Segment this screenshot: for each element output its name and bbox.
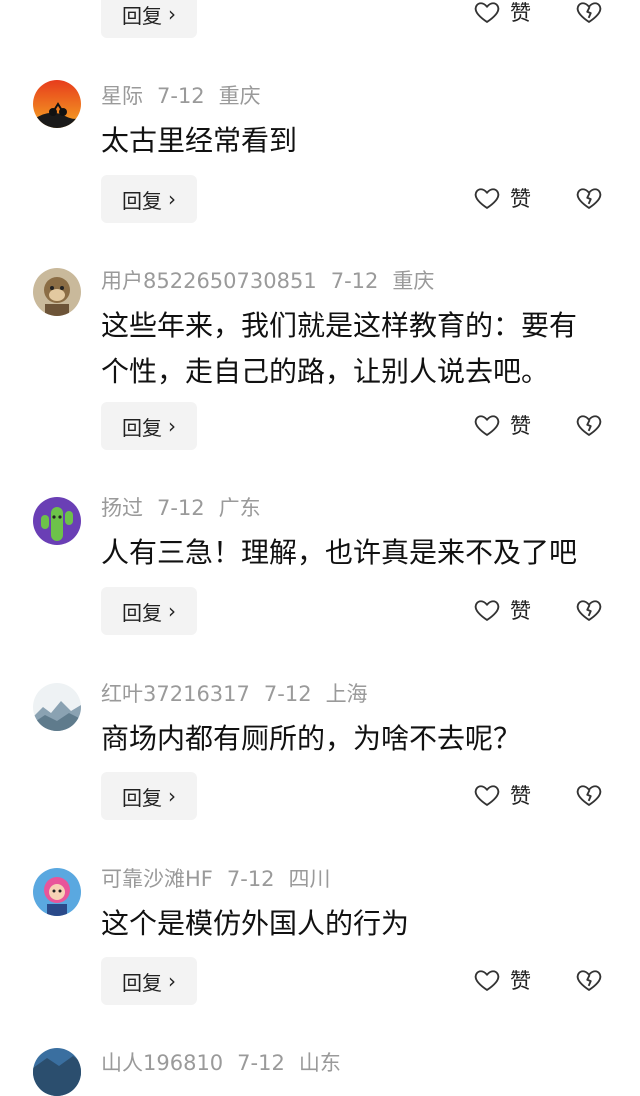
like-label: 赞 xyxy=(510,1,531,25)
avatar[interactable] xyxy=(33,497,81,545)
reply-button[interactable]: 回复 › xyxy=(101,175,197,223)
dislike-button[interactable] xyxy=(575,401,605,449)
comment-meta: 星际 7-12 重庆 xyxy=(101,82,275,110)
reply-label: 回复 xyxy=(122,415,162,440)
like-label: 赞 xyxy=(510,969,531,993)
comment-date: 7-12 xyxy=(330,269,379,293)
like-label: 赞 xyxy=(510,784,531,808)
dislike-button[interactable] xyxy=(575,956,605,1004)
reply-label: 回复 xyxy=(122,970,162,995)
comment-meta: 扬过 7-12 广东 xyxy=(101,494,275,522)
comment-text: 人有三急！理解，也许真是来不及了吧 xyxy=(101,536,578,569)
like-label: 赞 xyxy=(510,187,531,211)
comment-meta: 红叶37216317 7-12 上海 xyxy=(101,680,382,708)
comment-meta: 可靠沙滩HF 7-12 四川 xyxy=(101,865,345,893)
broken-heart-icon xyxy=(576,2,602,23)
comment-text: 太古里经常看到 xyxy=(101,124,298,157)
dislike-button[interactable] xyxy=(575,174,605,222)
chevron-right-icon: › xyxy=(168,784,176,808)
broken-heart-icon xyxy=(576,970,602,991)
avatar[interactable] xyxy=(33,268,81,316)
avatar[interactable] xyxy=(33,80,81,128)
chevron-right-icon: › xyxy=(168,599,176,623)
reply-label: 回复 xyxy=(122,600,162,625)
broken-heart-icon xyxy=(576,188,602,209)
comment-date: 7-12 xyxy=(237,1051,285,1075)
like-button[interactable]: 赞 xyxy=(473,401,531,449)
avatar[interactable] xyxy=(33,1048,81,1096)
like-button[interactable]: 赞 xyxy=(473,586,531,634)
reply-label: 回复 xyxy=(122,188,162,213)
username[interactable]: 可靠沙滩HF xyxy=(101,867,213,891)
comment-text: 这个是模仿外国人的行为 xyxy=(101,907,410,940)
chevron-right-icon: › xyxy=(168,414,176,438)
chevron-right-icon: › xyxy=(168,2,176,26)
avatar[interactable] xyxy=(33,868,81,916)
username[interactable]: 用户8522650730851 xyxy=(101,269,317,293)
heart-outline-icon xyxy=(474,2,500,23)
broken-heart-icon xyxy=(576,600,602,621)
like-button[interactable]: 赞 xyxy=(473,0,531,36)
avatar[interactable] xyxy=(33,683,81,731)
reply-button[interactable]: 回复 › xyxy=(101,772,197,820)
comment-meta: 山人196810 7-12 山东 xyxy=(101,1049,355,1077)
username[interactable]: 扬过 xyxy=(101,496,143,520)
comment-location: 广东 xyxy=(218,496,261,520)
heart-outline-icon xyxy=(474,600,500,621)
dislike-button[interactable] xyxy=(575,0,605,36)
comment-location: 上海 xyxy=(325,682,368,706)
comment-location: 重庆 xyxy=(392,269,435,293)
comment-text: 商场内都有厕所的，为啥不去呢？ xyxy=(101,722,522,755)
comment-location: 四川 xyxy=(288,867,331,891)
heart-outline-icon xyxy=(474,785,500,806)
chevron-right-icon: › xyxy=(168,969,176,993)
comment-date: 7-12 xyxy=(157,496,205,520)
like-label: 赞 xyxy=(510,599,531,623)
chevron-right-icon: › xyxy=(168,187,176,211)
reply-button[interactable]: 回复 › xyxy=(101,402,197,450)
like-button[interactable]: 赞 xyxy=(473,956,531,1004)
heart-outline-icon xyxy=(474,415,500,436)
dislike-button[interactable] xyxy=(575,586,605,634)
comment-text: 这些年来，我们就是这样教育的：要有个性，走自己的路，让别人说去吧。 xyxy=(101,309,578,388)
like-label: 赞 xyxy=(510,414,531,438)
comment-location: 重庆 xyxy=(218,84,261,108)
like-button[interactable]: 赞 xyxy=(473,771,531,819)
username[interactable]: 星际 xyxy=(101,84,143,108)
reply-button[interactable]: 回复 › xyxy=(101,0,197,38)
reply-label: 回复 xyxy=(122,3,162,28)
like-button[interactable]: 赞 xyxy=(473,174,531,222)
reply-button[interactable]: 回复 › xyxy=(101,957,197,1005)
heart-outline-icon xyxy=(474,970,500,991)
reply-label: 回复 xyxy=(122,785,162,810)
broken-heart-icon xyxy=(576,785,602,806)
comment-location: 山东 xyxy=(298,1051,341,1075)
dislike-button[interactable] xyxy=(575,771,605,819)
comment-meta: 用户8522650730851 7-12 重庆 xyxy=(101,267,448,295)
username[interactable]: 红叶37216317 xyxy=(101,682,250,706)
reply-button[interactable]: 回复 › xyxy=(101,587,197,635)
comment-date: 7-12 xyxy=(263,682,312,706)
comment-date: 7-12 xyxy=(226,867,275,891)
comment-date: 7-12 xyxy=(157,84,205,108)
heart-outline-icon xyxy=(474,188,500,209)
broken-heart-icon xyxy=(576,415,602,436)
username[interactable]: 山人196810 xyxy=(101,1051,223,1075)
